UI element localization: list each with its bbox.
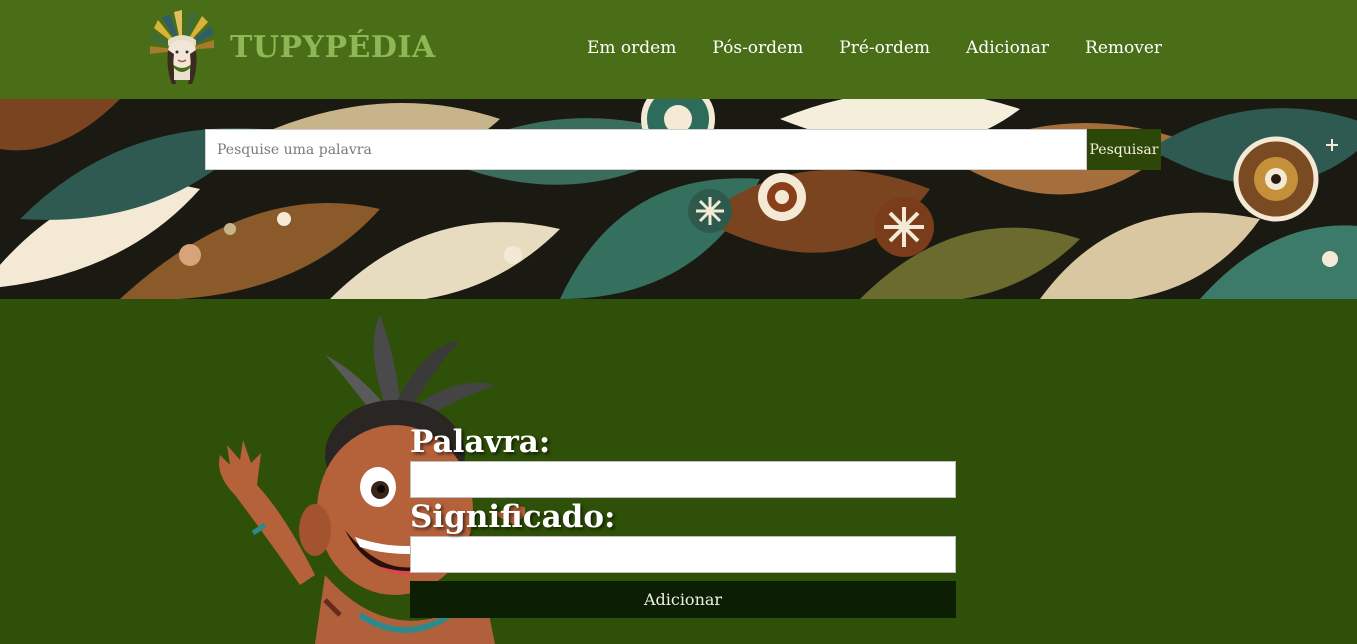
nav-pos-ordem[interactable]: Pós-ordem — [712, 38, 803, 58]
nav-pre-ordem[interactable]: Pré-ordem — [839, 38, 930, 58]
meaning-input[interactable] — [410, 536, 956, 573]
search-button[interactable]: Pesquisar — [1087, 129, 1161, 170]
meaning-label: Significado: — [410, 499, 616, 535]
word-input[interactable] — [410, 461, 956, 498]
top-navbar: TUPYPÉDIA Em ordem Pós-ordem Pré-ordem A… — [0, 0, 1357, 99]
nav-remover[interactable]: Remover — [1085, 38, 1162, 58]
add-button[interactable]: Adicionar — [410, 581, 956, 618]
nav-em-ordem[interactable]: Em ordem — [587, 38, 676, 58]
brand-title[interactable]: TUPYPÉDIA — [230, 30, 436, 65]
nav-adicionar[interactable]: Adicionar — [966, 38, 1049, 58]
main-nav: Em ordem Pós-ordem Pré-ordem Adicionar R… — [587, 38, 1162, 58]
word-label: Palavra: — [410, 424, 551, 460]
search-input[interactable] — [205, 129, 1087, 170]
add-word-form: Palavra: Significado: Adicionar — [410, 423, 956, 618]
headdress-logo-icon[interactable] — [144, 10, 220, 88]
